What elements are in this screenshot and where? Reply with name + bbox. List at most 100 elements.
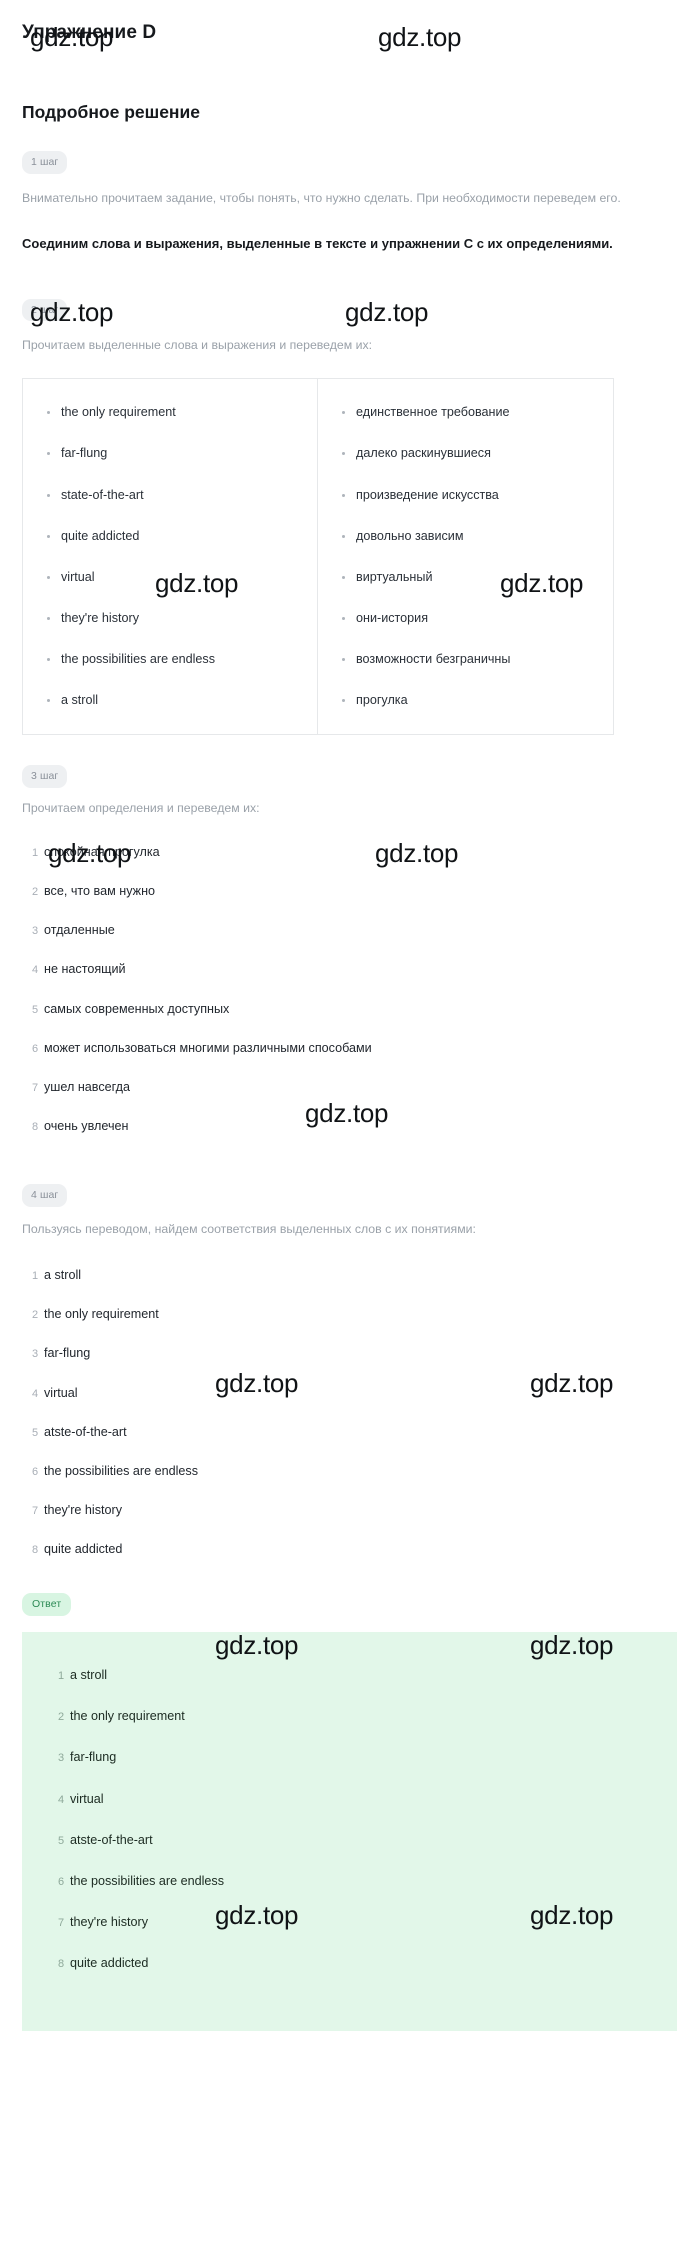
answer-list: 1 a stroll 2 the only requirement 3 far-flu… bbox=[22, 1668, 677, 1972]
list-item-label: не настоящий bbox=[44, 962, 126, 977]
list-item-index: 7 bbox=[32, 1081, 39, 1094]
step-3-badge: 3 шаг bbox=[22, 765, 68, 788]
list-item: единственное требование bbox=[328, 405, 601, 420]
list-item-index: 1 bbox=[32, 846, 39, 859]
step-2-block: 2 шаг Прочитаем выделенные слова и выраж… bbox=[22, 298, 678, 736]
list-item-index: 6 bbox=[58, 1875, 65, 1888]
list-item: 4 virtual bbox=[22, 1792, 677, 1807]
step-4-intro: Пользуясь переводом, найдем соответствия… bbox=[22, 1221, 476, 1236]
step-1-intro: Внимательно прочитаем задание, чтобы пон… bbox=[22, 190, 621, 205]
list-item: довольно зависим bbox=[328, 529, 601, 544]
vocabulary-column-russian: единственное требование далеко раскинувш… bbox=[318, 379, 613, 734]
list-item-label: the possibilities are endless bbox=[44, 1463, 199, 1478]
list-item: прогулка bbox=[328, 693, 601, 708]
list-item-index: 2 bbox=[32, 885, 39, 898]
list-item-label: отдаленные bbox=[44, 923, 115, 938]
list-item: виртуальный bbox=[328, 570, 601, 585]
list-item: 5 самых современных доступных bbox=[22, 1002, 678, 1017]
russian-translation-list: единственное требование далеко раскинувш… bbox=[328, 405, 601, 708]
list-item: 8 очень увлечен bbox=[22, 1119, 678, 1134]
list-item-index: 4 bbox=[32, 1387, 39, 1400]
list-item-label: virtual bbox=[70, 1791, 104, 1806]
list-item: они-история bbox=[328, 611, 601, 626]
matches-list: 1 a stroll 2 the only requirement 3 far-flu… bbox=[22, 1268, 678, 1558]
list-item-index: 4 bbox=[58, 1793, 65, 1806]
page-title: Упражнение D bbox=[22, 22, 157, 43]
list-item-label: atste-of-the-art bbox=[70, 1832, 153, 1847]
list-item-label: the possibilities are endless bbox=[70, 1873, 225, 1888]
list-item-index: 1 bbox=[58, 1669, 65, 1682]
step-4-block: 4 шаг Пользуясь переводом, найдем соотве… bbox=[22, 1184, 678, 1557]
step-2-badge: 2 шаг bbox=[22, 298, 68, 322]
list-item-label: atste-of-the-art bbox=[44, 1424, 127, 1439]
list-item-index: 7 bbox=[32, 1505, 39, 1518]
list-item: произведение искусства bbox=[328, 488, 601, 503]
list-item-label: спокойная прогулка bbox=[44, 844, 160, 859]
list-item-label: far-flung bbox=[70, 1750, 117, 1765]
step-1-badge: 1 шаг bbox=[22, 151, 68, 174]
list-item: 1 a stroll bbox=[22, 1668, 677, 1683]
list-item: далеко раскинувшиеся bbox=[328, 446, 601, 461]
list-item: state-of-the-art bbox=[33, 488, 305, 503]
list-item: возможности безграничны bbox=[328, 652, 601, 667]
list-item: 2 все, что вам нужно bbox=[22, 884, 678, 899]
list-item: 3 отдаленные bbox=[22, 923, 678, 938]
list-item-index: 5 bbox=[32, 1426, 39, 1439]
list-item: 2 the only requirement bbox=[22, 1709, 677, 1724]
solution-heading: Подробное решение bbox=[22, 102, 200, 122]
list-item: virtual bbox=[33, 570, 305, 585]
list-item: 6 the possibilities are endless bbox=[22, 1464, 678, 1479]
list-item: quite addicted bbox=[33, 529, 305, 544]
list-item-index: 4 bbox=[32, 964, 39, 977]
step-1-block: 1 шаг Внимательно прочитаем задание, что… bbox=[22, 151, 678, 257]
list-item: 7 they're history bbox=[22, 1915, 677, 1930]
list-item-index: 3 bbox=[32, 1348, 39, 1361]
step-3-intro: Прочитаем определения и переведем их: bbox=[22, 800, 260, 815]
list-item-label: самых современных доступных bbox=[44, 1001, 230, 1016]
list-item: 3 far-flung bbox=[22, 1750, 677, 1765]
list-item-label: the only requirement bbox=[70, 1709, 185, 1724]
list-item-label: far-flung bbox=[44, 1346, 91, 1361]
list-item: 1 спокойная прогулка bbox=[22, 845, 678, 860]
list-item-index: 8 bbox=[58, 1958, 65, 1971]
list-item-label: a stroll bbox=[44, 1267, 82, 1282]
step-3-block: 3 шаг Прочитаем определения и переведем … bbox=[22, 765, 678, 1134]
list-item-index: 3 bbox=[58, 1752, 65, 1765]
list-item-index: 5 bbox=[58, 1834, 65, 1847]
answer-section: Ответ 1 a stroll 2 the only requirement 3f… bbox=[22, 1593, 678, 2032]
list-item: the possibilities are endless bbox=[33, 652, 305, 667]
list-item-label: the only requirement bbox=[44, 1307, 159, 1322]
list-item-index: 3 bbox=[32, 925, 39, 938]
list-item-label: quite addicted bbox=[44, 1542, 123, 1557]
vocabulary-column-english: the only requirement far-flung state-of-… bbox=[23, 379, 318, 735]
list-item: 4 virtual bbox=[22, 1386, 678, 1401]
list-item-label: they're history bbox=[44, 1503, 122, 1518]
list-item-index: 1 bbox=[32, 1269, 39, 1282]
list-item: 4 не настоящий bbox=[22, 962, 678, 977]
list-item-label: ушел навсегда bbox=[44, 1079, 131, 1094]
list-item-label: a stroll bbox=[70, 1667, 108, 1682]
list-item: 5 atste-of-the-art bbox=[22, 1425, 678, 1440]
list-item: 5 atste-of-the-art bbox=[22, 1833, 677, 1848]
definitions-list: 1 спокойная прогулка 2 все, что вам нужно … bbox=[22, 845, 678, 1135]
list-item-label: virtual bbox=[44, 1385, 78, 1400]
list-item-index: 2 bbox=[32, 1309, 39, 1322]
list-item-label: очень увлечен bbox=[44, 1119, 129, 1134]
list-item-index: 8 bbox=[32, 1544, 39, 1557]
list-item-index: 6 bbox=[32, 1465, 39, 1478]
list-item-index: 8 bbox=[32, 1121, 39, 1134]
solution-page: Упражнение D Подробное решение 1 шаг Вни… bbox=[0, 0, 700, 2032]
list-item: 2 the only requirement bbox=[22, 1307, 678, 1322]
vocabulary-table: the only requirement far-flung state-of-… bbox=[22, 378, 614, 736]
answer-box: 1 a stroll 2 the only requirement 3 far-flu… bbox=[22, 1631, 677, 2032]
list-item-label: все, что вам нужно bbox=[44, 883, 156, 898]
list-item-label: quite addicted bbox=[70, 1956, 149, 1971]
step-1-task: Соединим слова и выражения, выделенные в… bbox=[22, 235, 613, 251]
list-item: 7 ушел навсегда bbox=[22, 1080, 678, 1095]
english-word-list: the only requirement far-flung state-of-… bbox=[33, 405, 305, 708]
step-2-intro: Прочитаем выделенные слова и выражения и… bbox=[22, 338, 373, 353]
list-item: 8 quite addicted bbox=[22, 1956, 677, 1971]
list-item-label: может использоваться многими различными … bbox=[44, 1040, 372, 1055]
list-item: 7 they're history bbox=[22, 1503, 678, 1518]
answer-badge: Ответ bbox=[22, 1593, 72, 1616]
